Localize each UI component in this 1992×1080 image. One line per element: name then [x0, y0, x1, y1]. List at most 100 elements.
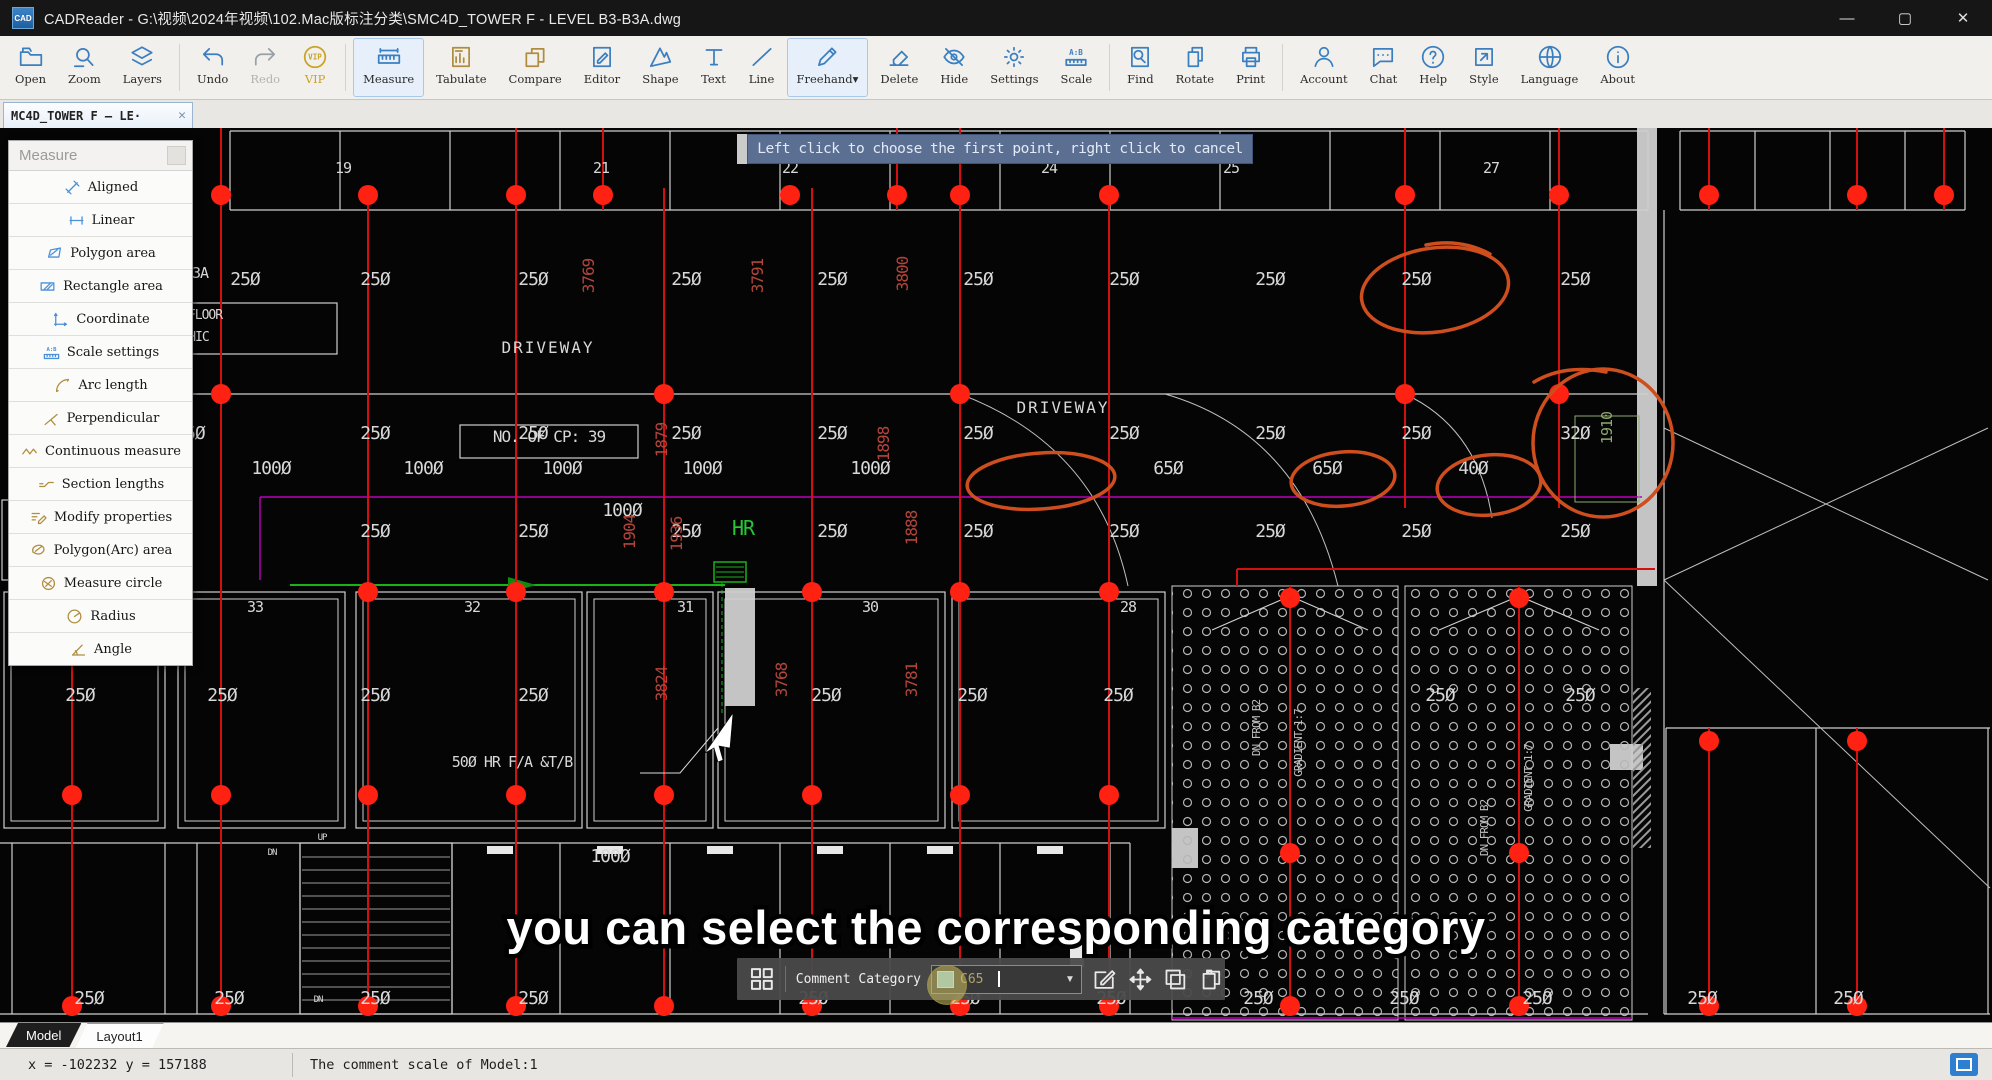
measure-item-perpendicular[interactable]: Perpendicular [9, 402, 192, 435]
measure-item-modify-properties[interactable]: Modify properties [9, 501, 192, 534]
minimize-button[interactable]: — [1818, 0, 1876, 36]
category-dropdown[interactable]: C65 ▼ [931, 964, 1082, 994]
freehand-icon [818, 47, 837, 66]
tab-layout1[interactable]: Layout1 [75, 1023, 163, 1049]
title-bar: CAD CADReader - G:\视频\2024年视频\102.Mac版标注… [0, 0, 1992, 36]
svg-text:65Ø: 65Ø [1312, 458, 1343, 479]
measure-item-radius[interactable]: Radius [9, 600, 192, 633]
toolbar-item-undo[interactable]: Undo [187, 38, 238, 97]
toolbar-item-settings[interactable]: Settings [980, 38, 1048, 97]
toolbar-item-scale[interactable]: A:B Scale [1051, 38, 1103, 97]
toolbar-item-line[interactable]: Line [739, 38, 785, 97]
svg-text:DRIVEWAY: DRIVEWAY [1016, 398, 1109, 417]
svg-text:25Ø: 25Ø [1255, 521, 1286, 542]
toolbar-separator [178, 44, 180, 91]
toolbar-item-tabulate[interactable]: Tabulate [426, 38, 496, 97]
toolbar-item-find[interactable]: Find [1117, 38, 1163, 97]
toolbar-item-zoom[interactable]: Zoom [58, 38, 111, 97]
toolbar-item-compare[interactable]: Compare [499, 38, 572, 97]
toolbar-item-open[interactable]: Open [5, 38, 56, 97]
document-tab[interactable]: MC4D_TOWER F — LE· ✕ [3, 102, 193, 128]
maximize-button[interactable]: ▢ [1876, 0, 1934, 36]
measure-item-coordinate[interactable]: Coordinate [9, 303, 192, 336]
paste-annotation-button[interactable] [1198, 966, 1225, 993]
svg-text:25Ø: 25Ø [1255, 269, 1286, 290]
toolbar-item-chat[interactable]: Chat [1360, 38, 1408, 97]
toolbar-item-label: Style [1469, 72, 1499, 86]
toolbar-item-about[interactable]: About [1590, 38, 1645, 97]
tab-model[interactable]: Model [6, 1023, 81, 1047]
measure-item-label: Measure circle [63, 575, 163, 591]
svg-text:25Ø: 25Ø [1103, 685, 1134, 706]
toolbar-item-label: Account [1300, 72, 1348, 86]
svg-text:19: 19 [335, 159, 352, 177]
document-tab-close-icon[interactable]: ✕ [172, 108, 192, 123]
toolbar-item-rotate[interactable]: Rotate [1166, 38, 1225, 97]
toolbar-item-measure[interactable]: Measure [353, 38, 425, 97]
svg-text:31: 31 [677, 598, 694, 616]
measure-item-scale-settings[interactable]: A:B Scale settings [9, 336, 192, 369]
toolbar-item-shape[interactable]: Shape [632, 38, 688, 97]
measure-item-polygon-arc-area[interactable]: Polygon(Arc) area [9, 534, 192, 567]
measure-item-section-lengths[interactable]: Section lengths [9, 468, 192, 501]
copy-annotation-button[interactable] [1162, 966, 1189, 993]
comment-scale-text: The comment scale of Model:1 [310, 1057, 538, 1073]
svg-text:25Ø: 25Ø [1109, 269, 1140, 290]
toolbar-item-label: Zoom [68, 72, 101, 86]
svg-text:25Ø: 25Ø [518, 269, 549, 290]
toolbar-item-print[interactable]: Print [1226, 38, 1275, 97]
toolbar-separator [345, 44, 347, 91]
toolbar-item-label: Text [701, 72, 726, 86]
svg-text:HR: HR [732, 516, 756, 540]
category-grid-icon[interactable] [747, 964, 777, 994]
scale-icon: A:B [1065, 48, 1087, 66]
svg-text:3791: 3791 [748, 258, 767, 293]
toolbar-item-language[interactable]: Language [1511, 38, 1589, 97]
toolbar-item-delete[interactable]: Delete [870, 38, 928, 97]
status-quickview-icon[interactable] [1950, 1053, 1978, 1076]
red-column-dots [62, 185, 1954, 1016]
svg-text:100Ø: 100Ø [590, 846, 631, 867]
measure-item-arc-length[interactable]: Arc length [9, 369, 192, 402]
delete-icon [889, 50, 909, 66]
category-value: C65 [960, 971, 984, 987]
svg-text:3768: 3768 [772, 662, 791, 697]
svg-text:FLOOR: FLOOR [188, 308, 223, 323]
toolbar-item-freehand[interactable]: Freehand▾ [786, 38, 869, 97]
svg-text:DN: DN [314, 995, 323, 1005]
toolbar-item-account[interactable]: Account [1290, 38, 1358, 97]
measure-item-angle[interactable]: Angle [9, 633, 192, 665]
measure-item-polygon-area[interactable]: Polygon area [9, 237, 192, 270]
hint-tooltip: Left click to choose the first point, ri… [747, 134, 1253, 164]
svg-text:DN: DN [268, 848, 277, 858]
toolbar-item-vip[interactable]: VIP VIP [292, 38, 338, 97]
toolbar-item-style[interactable]: Style [1459, 38, 1508, 97]
svg-text:25Ø: 25Ø [1560, 521, 1591, 542]
measure-item-rectangle-area[interactable]: Rectangle area [9, 270, 192, 303]
close-button[interactable]: ✕ [1934, 0, 1992, 36]
toolbar-item-text[interactable]: Text [691, 38, 737, 97]
move-annotation-button[interactable] [1127, 966, 1154, 993]
toolbar-item-hide[interactable]: Hide [930, 38, 978, 97]
measure-item-label: Modify properties [53, 509, 173, 525]
toolbar-item-label: Redo [250, 72, 281, 86]
cad-canvas[interactable]: 25Ø 25Ø 25Ø 25Ø 25Ø 25Ø 25Ø 25Ø 25Ø 25Ø 25Ø 25Ø 25Ø 2… [0, 128, 1992, 1022]
app-window: CAD CADReader - G:\视频\2024年视频\102.Mac版标注… [0, 0, 1992, 1080]
toolbar-item-help[interactable]: Help [1409, 38, 1457, 97]
edit-annotation-button[interactable] [1091, 966, 1118, 993]
measure-item-aligned[interactable]: Aligned [9, 171, 192, 204]
cad-viewport[interactable]: 25Ø 25Ø 25Ø 25Ø 25Ø 25Ø 25Ø 25Ø 25Ø 25Ø 25Ø 25Ø 25Ø 2… [0, 128, 1992, 1022]
find-icon [1131, 46, 1150, 68]
toolbar-item-label: Line [748, 72, 775, 86]
toolbar-item-editor[interactable]: Editor [574, 38, 630, 97]
measure-item-linear[interactable]: Linear [9, 204, 192, 237]
style-icon [1474, 48, 1493, 66]
print-icon [1241, 46, 1260, 68]
toolbar-item-redo[interactable]: Redo [240, 38, 290, 97]
measure-panel-items: Aligned Linear Polygon area Rectangle area C… [9, 171, 192, 665]
toolbar-item-layers[interactable]: Layers [113, 38, 172, 97]
measure-item-measure-circle[interactable]: Measure circle [9, 567, 192, 600]
measure-item-continuous-measure[interactable]: Continuous measure [9, 435, 192, 468]
panel-search-box[interactable] [167, 146, 186, 165]
svg-text:NO. OF CP: 39: NO. OF CP: 39 [493, 427, 606, 446]
